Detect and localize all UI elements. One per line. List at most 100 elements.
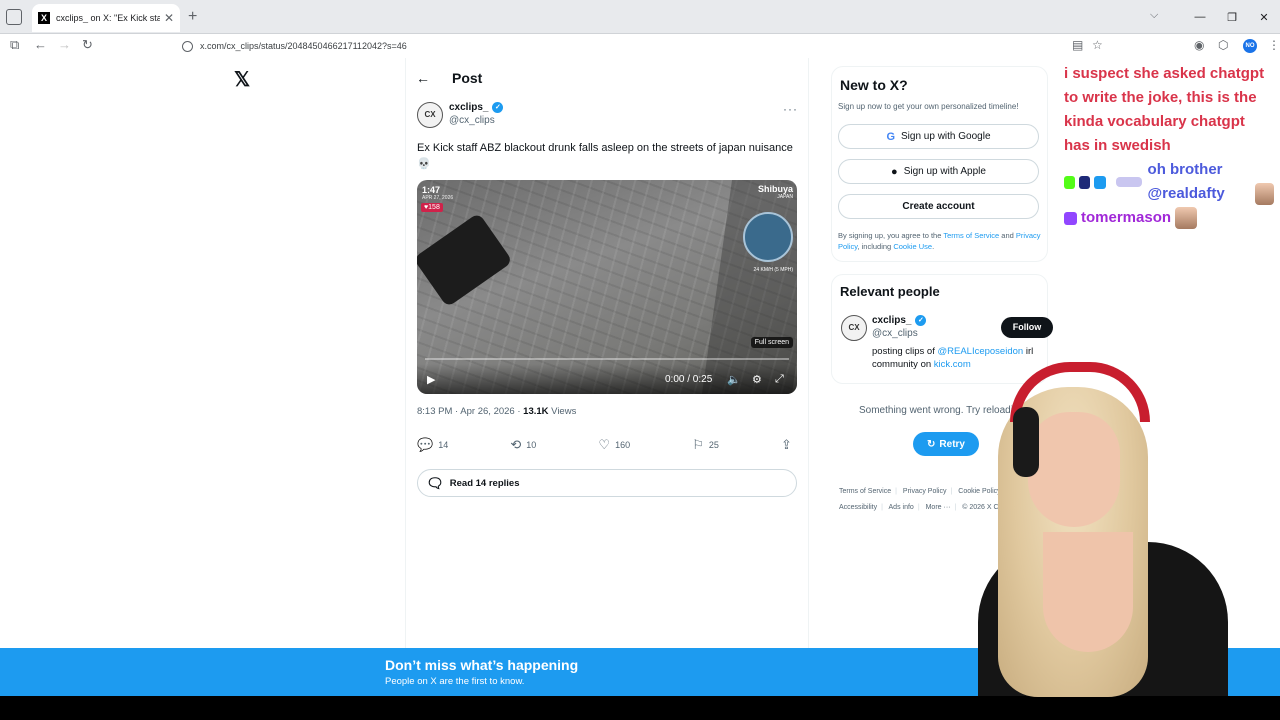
legal-text-4: . (932, 242, 935, 251)
back-arrow-icon[interactable]: ← (416, 70, 430, 86)
relevant-title: Relevant people (840, 284, 940, 299)
display-name-text: cxclips_ (449, 102, 489, 113)
author-handle[interactable]: @cx_clips (449, 115, 503, 126)
share-button[interactable]: ⇪ (781, 437, 797, 453)
views-label: Views (548, 406, 577, 417)
cookie-link[interactable]: Cookie Use (893, 242, 932, 251)
webcam-overlay (958, 362, 1280, 697)
apple-signup-button[interactable]: ● Sign up with Apple (838, 159, 1039, 184)
emote-icon (1255, 183, 1274, 205)
video-player[interactable]: 1:47 APR 27, 2026 ♥158 Shibuya JAPAN 24 … (417, 180, 797, 394)
reply-button[interactable]: 💬 14 (417, 437, 448, 453)
overlay-speed: 24 KM/H (5 MPH) (753, 267, 793, 273)
browser-toolbar: ⧉ ← → ↻ x.com/cx_clips/status/2048450466… (0, 34, 1280, 58)
chat-message: oh brother @realdafty (1064, 158, 1274, 206)
post-header: ← Post (416, 70, 482, 86)
relevant-display-name[interactable]: cxclips_ ✓ (872, 315, 927, 326)
tweet-author[interactable]: CX cxclips_ ✓ @cx_clips (417, 102, 504, 128)
close-tab-icon[interactable]: ✕ (164, 11, 174, 25)
menu-icon[interactable]: ⋮ (1268, 38, 1280, 52)
bio-mention-link[interactable]: @REALIceposeidon (937, 346, 1023, 357)
extension-badge-icon[interactable]: NO (1243, 39, 1257, 53)
fullscreen-icon[interactable]: ⤢ (775, 373, 784, 386)
legal-text-1: By signing up, you agree to the (838, 231, 944, 240)
reader-mode-icon[interactable]: ▤ (1072, 38, 1083, 52)
page-title: Post (452, 70, 483, 86)
new-tab-icon[interactable]: + (188, 8, 197, 26)
read-replies-button[interactable]: 🗨 Read 14 replies (417, 469, 797, 497)
bookmark-count: 25 (708, 440, 719, 450)
close-window-icon[interactable]: ✕ (1248, 11, 1280, 24)
x-logo-icon[interactable]: 𝕏 (234, 67, 250, 92)
address-bar[interactable]: x.com/cx_clips/status/204845046621711204… (182, 37, 1112, 55)
refresh-icon[interactable]: ↻ (82, 37, 93, 53)
back-icon[interactable]: ← (34, 37, 47, 52)
overlay-minimap (743, 212, 793, 262)
extensions-icon[interactable]: ⬡ (1218, 38, 1228, 52)
footer-accessibility-link[interactable]: Accessibility (839, 504, 877, 511)
repost-icon: ⟲ (510, 437, 522, 452)
video-progress-bar[interactable] (425, 358, 789, 360)
video-time: 0:00 / 0:25 (665, 374, 713, 385)
settings-gear-icon[interactable]: ⚙ (752, 373, 762, 386)
webcam-neck (1043, 532, 1133, 652)
overlay-time: 1:47 (422, 185, 441, 195)
tweet-timestamp[interactable]: 8:13 PM · Apr 26, 2026 · (417, 406, 523, 417)
views-count: 13.1K (523, 406, 549, 417)
x-favicon-icon: X (38, 12, 50, 24)
author-display-name[interactable]: cxclips_ ✓ (449, 102, 504, 113)
overlay-location: Shibuya JAPAN (758, 184, 793, 200)
reply-icon: 💬 (417, 437, 434, 452)
chevron-down-icon[interactable]: ⌵ (1150, 9, 1158, 22)
forward-icon[interactable]: → (58, 37, 71, 52)
avatar[interactable]: CX (417, 102, 443, 128)
profile-icon[interactable]: ◉ (1194, 38, 1204, 52)
minimize-icon[interactable]: — (1184, 11, 1216, 23)
google-signup-button[interactable]: G Sign up with Google (838, 124, 1039, 149)
google-signup-label: Sign up with Google (901, 131, 991, 142)
google-icon: G (886, 130, 896, 143)
create-account-button[interactable]: Create account (838, 194, 1039, 219)
follow-button[interactable]: Follow (1001, 317, 1053, 338)
favorite-star-icon[interactable]: ☆ (1092, 38, 1103, 52)
footer-ads-link[interactable]: Ads info (889, 504, 914, 511)
fullscreen-tooltip: Full screen (750, 337, 793, 348)
newx-title: New to X? (840, 77, 908, 93)
site-info-icon[interactable] (182, 40, 193, 52)
emote-icon (1175, 207, 1198, 229)
relevant-name-text: cxclips_ (872, 315, 912, 326)
bookmark-button[interactable]: ⚐ 25 (692, 437, 719, 453)
url-text: x.com/cx_clips/status/204845046621711204… (200, 41, 407, 51)
tab-actions-icon[interactable] (6, 9, 22, 25)
footer-privacy-link[interactable]: Privacy Policy (903, 488, 947, 495)
overlay-date: APR 27, 2026 (422, 195, 454, 201)
legal-text-2: and (999, 231, 1016, 240)
sub-badge-icon (1079, 175, 1091, 189)
apple-icon: ● (891, 165, 898, 178)
footer-more-link[interactable]: More ··· (926, 504, 951, 511)
volume-icon[interactable]: 🔈 (727, 373, 741, 386)
chat-message: tomermason (1064, 206, 1274, 230)
verified-badge-icon: ✓ (915, 315, 927, 326)
avatar[interactable]: CX (841, 315, 867, 341)
collections-icon[interactable]: ⧉ (10, 37, 19, 53)
repost-button[interactable]: ⟲ 10 (510, 437, 536, 453)
video-controls: ▶ 0:00 / 0:25 🔈 ⚙ ⤢ (417, 364, 797, 394)
browser-tab[interactable]: X cxclips_ on X: "Ex Kick staff ABZ ✕ (32, 4, 180, 32)
more-options-icon[interactable]: ··· (783, 102, 798, 116)
create-account-label: Create account (902, 201, 975, 212)
chat-message-text: oh brother @realdafty (1147, 161, 1225, 202)
relevant-handle[interactable]: @cx_clips (872, 328, 926, 339)
terms-link[interactable]: Terms of Service (943, 231, 999, 240)
chat-message: i suspect she asked chatgpt to write the… (1064, 65, 1265, 154)
screen-bottom-bar (0, 696, 1280, 720)
webcam-face (1028, 412, 1120, 527)
overlay-country: JAPAN (777, 194, 793, 200)
footer-terms-link[interactable]: Terms of Service (839, 488, 891, 495)
like-button[interactable]: ♡ 160 (598, 437, 630, 453)
play-icon[interactable]: ▶ (427, 373, 435, 386)
bio-text-1: posting clips of (872, 346, 938, 357)
restore-icon[interactable]: ❐ (1216, 11, 1248, 24)
overlay-heart-rate: ♥158 (421, 203, 443, 212)
legal-text-3: , including (857, 242, 894, 251)
